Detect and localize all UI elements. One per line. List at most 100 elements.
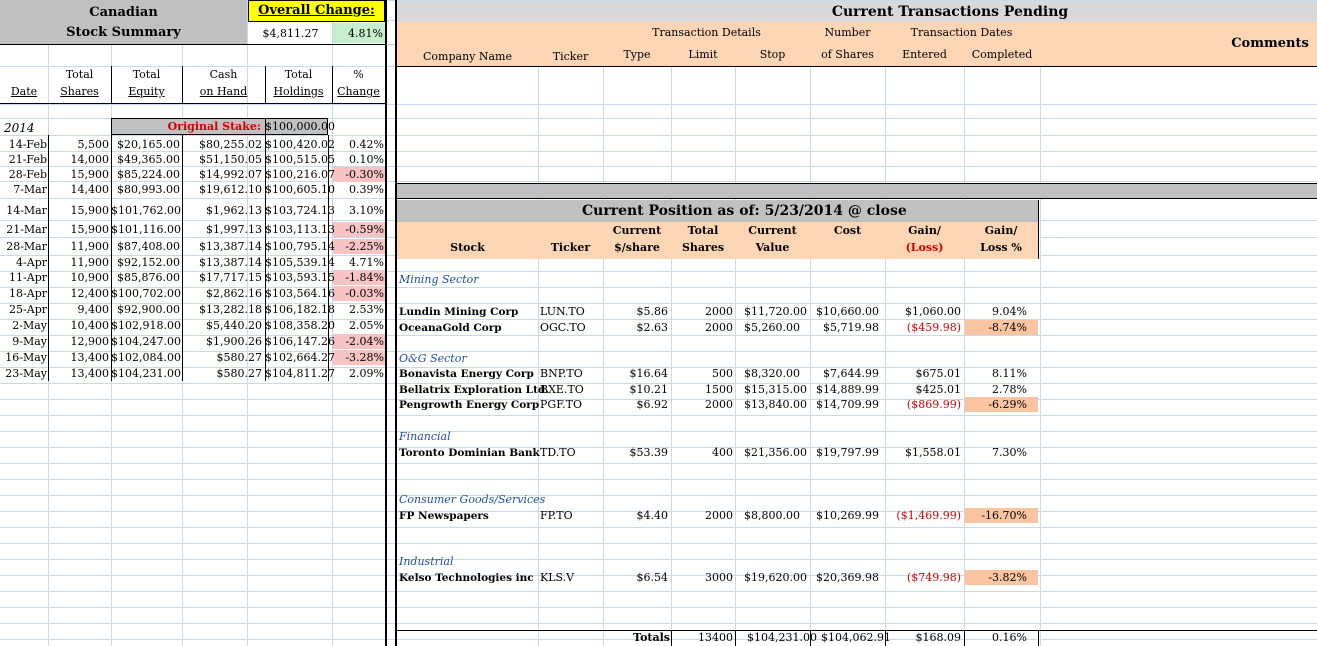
stock-ticker: OGC.TO — [540, 321, 586, 334]
summary-date: 21-Feb — [8, 153, 47, 166]
stock-ticker: FP.TO — [540, 509, 573, 522]
stock-name[interactable]: Lundin Mining Corp — [399, 305, 518, 319]
summary-header-line2: Shares — [60, 85, 99, 98]
summary-shares: 12,400 — [70, 287, 110, 300]
grid-row-line — [0, 135, 1317, 136]
summary-holdings: $102,664.27 — [265, 351, 335, 364]
summary-date: 28-Mar — [6, 240, 47, 253]
stock-cost: $20,369.98 — [816, 571, 879, 584]
summary-cash: $17,717.15 — [199, 271, 262, 284]
stock-price: $16.64 — [629, 367, 669, 380]
stock-cost: $19,797.99 — [816, 446, 879, 459]
stock-name[interactable]: Bonavista Energy Corp — [399, 367, 534, 381]
position-header-line1: Current — [748, 224, 797, 237]
stock-value: $13,840.00 — [744, 398, 807, 411]
stock-cost: $14,709.99 — [816, 398, 879, 411]
summary-equity: $92,900.00 — [117, 303, 180, 316]
position-header-line2: Ticker — [550, 241, 591, 254]
position-header-line1: Gain/ — [984, 224, 1018, 237]
summary-holdings: $105,539.14 — [265, 256, 335, 269]
stock-shares: 2000 — [705, 305, 733, 318]
grid-row-line — [0, 431, 1317, 432]
totals-border — [810, 630, 811, 646]
totals-label: Totals — [633, 631, 670, 644]
position-header-line1: Current — [612, 224, 662, 237]
summary-cash: $1,997.13 — [206, 223, 262, 236]
stock-gain-pct: -6.29% — [988, 398, 1027, 411]
stock-name[interactable]: Kelso Technologies inc — [399, 571, 534, 585]
summary-change: -1.84% — [345, 271, 384, 284]
pending-col-header: of Shares — [821, 48, 874, 61]
totals-border — [964, 630, 965, 646]
grid-col-line — [735, 0, 736, 646]
grid-col-line — [1040, 0, 1041, 646]
summary-date: 18-Apr — [9, 287, 47, 300]
pane-border — [385, 0, 387, 646]
totals-border — [671, 630, 672, 646]
sector-label: O&G Sector — [399, 352, 467, 365]
stock-gain: ($749.98) — [906, 571, 961, 584]
stock-name[interactable]: Pengrowth Energy Corp — [399, 398, 539, 412]
summary-cash: $13,282.18 — [199, 303, 262, 316]
summary-date: 7-Mar — [13, 183, 47, 196]
stock-value: $11,720.00 — [744, 305, 807, 318]
summary-holdings: $103,593.15 — [265, 271, 335, 284]
summary-holdings: $103,724.13 — [265, 204, 335, 217]
summary-shares: 12,900 — [70, 335, 110, 348]
summary-shares: 10,900 — [70, 271, 110, 284]
summary-shares: 15,900 — [70, 168, 110, 181]
summary-title-line1: Canadian — [89, 5, 158, 20]
stock-gain: ($1,469.99) — [896, 509, 961, 522]
summary-cash: $13,387.14 — [199, 256, 262, 269]
stock-name[interactable]: OceanaGold Corp — [399, 321, 502, 335]
stock-gain-pct: -3.82% — [988, 571, 1027, 584]
summary-cash: $80,255.02 — [199, 138, 262, 151]
summary-change: -0.03% — [345, 287, 384, 300]
summary-date: 11-Apr — [9, 271, 47, 284]
original-stake-label: Original Stake: — [167, 120, 261, 133]
position-header-line2: $/share — [614, 241, 660, 254]
stock-gain: $1,558.01 — [905, 446, 961, 459]
grid-row-line — [0, 543, 1317, 544]
summary-change: 2.53% — [349, 303, 384, 316]
totals-gain-pct: 0.16% — [992, 631, 1027, 644]
stock-gain-pct: -16.70% — [981, 509, 1027, 522]
stock-price: $6.54 — [636, 571, 669, 584]
position-header-line2: Stock — [450, 241, 485, 254]
summary-header-line1: Total — [65, 68, 94, 81]
grid-row-line — [0, 527, 1317, 528]
stock-ticker: PGF.TO — [540, 398, 582, 411]
summary-cash: $13,387.14 — [199, 240, 262, 253]
stock-name[interactable]: Toronto Dominian Bank — [399, 446, 540, 460]
summary-date: 28-Feb — [8, 168, 47, 181]
summary-shares: 11,900 — [70, 256, 110, 269]
summary-equity: $85,224.00 — [117, 168, 180, 181]
summary-holdings: $106,147.26 — [265, 335, 335, 348]
summary-shares: 11,900 — [70, 240, 110, 253]
stock-shares: 2000 — [705, 321, 733, 334]
overall-change-pct: 4.81% — [348, 27, 383, 40]
summary-change: -0.59% — [345, 223, 384, 236]
summary-header-line1: Total — [132, 68, 161, 81]
stock-cost: $10,660.00 — [816, 305, 879, 318]
grid-row-line — [0, 591, 1317, 592]
summary-date: 9-May — [12, 335, 47, 348]
summary-holdings: $104,811.27 — [265, 367, 335, 380]
summary-cash: $580.27 — [216, 367, 263, 380]
stock-name[interactable]: Bellatrix Exploration Ltd. — [399, 383, 549, 397]
overall-change-amount: $4,811.27 — [262, 27, 319, 40]
summary-change: -3.28% — [345, 351, 384, 364]
summary-date: 14-Mar — [6, 204, 47, 217]
summary-change: -2.25% — [345, 240, 384, 253]
summary-equity: $101,116.00 — [111, 223, 181, 236]
summary-change: -2.04% — [345, 335, 384, 348]
stock-gain: ($869.99) — [906, 398, 961, 411]
summary-holdings: $100,795.14 — [265, 240, 335, 253]
summary-change: 0.10% — [349, 153, 384, 166]
summary-equity: $87,408.00 — [117, 240, 180, 253]
grid-row-line — [0, 463, 1317, 464]
stock-cost: $14,889.99 — [816, 383, 879, 396]
stock-name[interactable]: FP Newspapers — [399, 509, 489, 523]
position-header-line2: Shares — [681, 241, 725, 254]
position-header-line1: Gain/ — [908, 224, 941, 237]
